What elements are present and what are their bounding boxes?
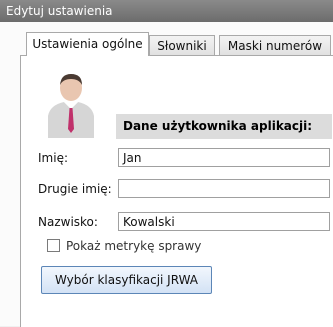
first-name-field[interactable]: Jan	[118, 148, 330, 167]
window-title: Edytuj ustawienia	[0, 0, 333, 22]
first-name-label: Imię:	[38, 151, 68, 165]
show-metric-option[interactable]: Pokaż metrykę sprawy	[47, 239, 201, 253]
middle-name-label: Drugie imię:	[38, 182, 112, 196]
tab-dictionaries[interactable]: Słowniki	[149, 35, 215, 55]
last-name-field[interactable]: Kowalski	[118, 212, 330, 231]
tab-general-settings[interactable]: Ustawienia ogólne	[26, 32, 149, 56]
middle-name-field[interactable]	[118, 179, 330, 198]
show-metric-checkbox[interactable]	[47, 239, 60, 252]
jrwa-classification-button[interactable]: Wybór klasyfikacji JRWA	[41, 266, 212, 294]
user-avatar-icon	[46, 71, 96, 138]
show-metric-label: Pokaż metrykę sprawy	[66, 239, 202, 253]
tab-number-masks[interactable]: Maski numerów	[219, 35, 331, 55]
settings-window: Ustawienia ogólne Słowniki Maski numerów…	[0, 22, 333, 327]
section-header: Dane użytkownika aplikacji:	[116, 114, 332, 139]
last-name-label: Nazwisko:	[38, 215, 98, 229]
